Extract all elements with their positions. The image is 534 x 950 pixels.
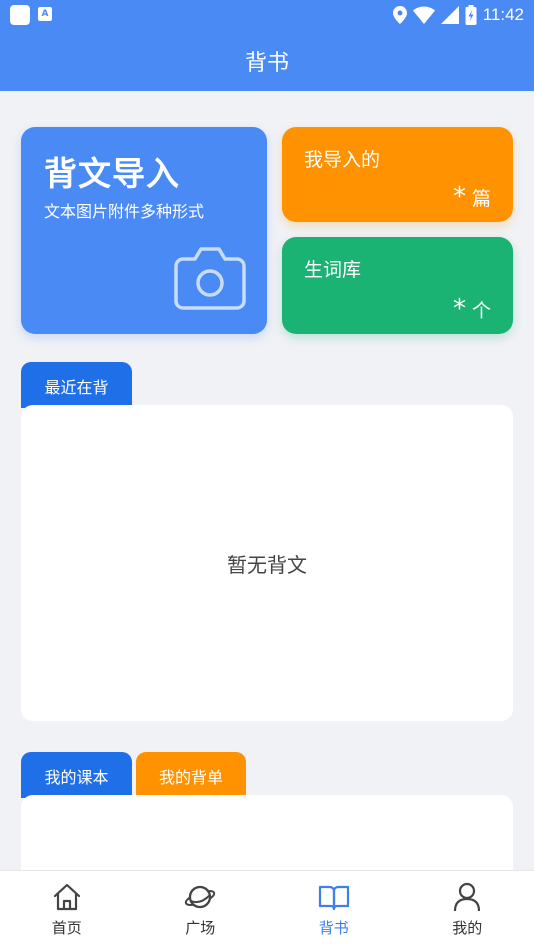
tab-my-lists[interactable]: 我的背单 — [136, 752, 246, 798]
book-icon — [318, 885, 349, 911]
import-card-subtitle: 文本图片附件多种形式 — [44, 202, 205, 221]
location-icon — [392, 6, 407, 24]
accessibility-notification-icon: A — [38, 7, 52, 21]
empty-state-text: 暂无背文 — [227, 552, 307, 577]
vocabulary-count: * 个 — [453, 294, 491, 324]
import-card-title: 背文导入 — [44, 154, 180, 193]
my-imports-count-unit: 篇 — [471, 188, 491, 210]
status-bar: A 11:42 — [0, 0, 534, 30]
nav-item-plaza[interactable]: 广场 — [134, 871, 268, 950]
camera-icon — [174, 247, 246, 310]
planet-icon — [185, 885, 216, 909]
page-title: 背书 — [244, 50, 289, 76]
tab-my-textbooks[interactable]: 我的课本 — [21, 752, 132, 798]
vocabulary-count-value: * — [452, 294, 466, 324]
my-imports-count: * 篇 — [453, 182, 491, 212]
page-header: 背书 — [0, 30, 534, 91]
bottom-navigation: 首页 广场 背书 我的 — [0, 870, 534, 950]
nav-label-mine: 我的 — [452, 919, 483, 937]
clock: 11:42 — [482, 5, 524, 24]
tab-recent[interactable]: 最近在背 — [21, 362, 132, 408]
signal-icon — [440, 6, 459, 24]
vocabulary-label: 生词库 — [304, 259, 362, 281]
vocabulary-card[interactable]: 生词库 * 个 — [282, 237, 513, 334]
wifi-icon — [412, 6, 435, 24]
battery-icon — [465, 5, 477, 25]
vocabulary-count-unit: 个 — [471, 300, 491, 322]
my-imports-card[interactable]: 我导入的 * 篇 — [282, 127, 513, 222]
recent-panel: 暂无背文 — [21, 405, 513, 721]
user-icon — [454, 882, 481, 912]
nav-item-mine[interactable]: 我的 — [401, 871, 534, 950]
import-text-card[interactable]: 背文导入 文本图片附件多种形式 — [21, 127, 267, 334]
nav-item-home[interactable]: 首页 — [0, 871, 134, 950]
home-icon — [53, 883, 80, 911]
nav-label-plaza: 广场 — [185, 919, 216, 937]
my-imports-label: 我导入的 — [304, 149, 381, 171]
notification-icon — [10, 5, 30, 25]
my-imports-count-value: * — [452, 182, 466, 212]
status-icons: 11:42 — [392, 4, 524, 26]
nav-label-recite: 背书 — [318, 919, 349, 937]
nav-label-home: 首页 — [51, 919, 82, 937]
nav-item-recite[interactable]: 背书 — [267, 871, 401, 950]
